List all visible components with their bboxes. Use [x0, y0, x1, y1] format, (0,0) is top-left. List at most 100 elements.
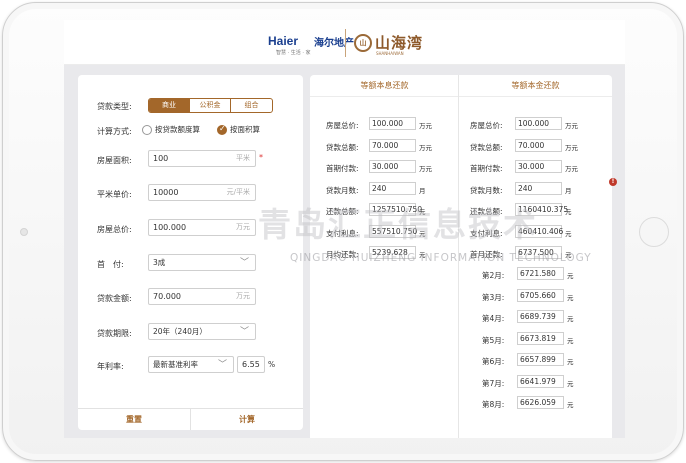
total-price-input[interactable]: 100.000 万元: [148, 219, 256, 236]
result-label: 第6月:: [482, 357, 505, 366]
rate-unit: %: [268, 360, 276, 369]
loan-form-panel: 贷款类型: 商业 公积金 组合 计算方式: 按贷款额度算 按面积算 房屋面积: …: [78, 75, 303, 430]
equal-principal-header: 等额本金还款: [459, 75, 612, 97]
total-price-label: 房屋总价:: [97, 225, 132, 234]
calculate-button[interactable]: 计算: [191, 409, 303, 430]
result-value: 6641.979: [517, 374, 564, 388]
result-value: 100.000: [515, 117, 562, 130]
haier-tagline: 智慧 · 生活 · 家: [276, 50, 311, 56]
radio-checked-icon: [217, 124, 227, 135]
area-unit: 平米: [236, 154, 250, 162]
area-label: 房屋面积:: [97, 156, 132, 165]
haier-logo: Haier: [268, 34, 299, 48]
logo-divider: [345, 29, 346, 57]
result-label: 第8月:: [482, 400, 505, 409]
down-payment-value: 3成: [153, 258, 166, 267]
loan-type-row: 贷款类型: 商业 公积金 组合: [78, 96, 303, 116]
unit-price-input[interactable]: 10000 元/平米: [148, 184, 256, 201]
rate-label: 年利率:: [97, 362, 124, 371]
required-marker: *: [259, 153, 263, 162]
result-value: 240: [515, 181, 562, 195]
calc-by-area-label: 按面积算: [230, 125, 260, 134]
calc-by-area-radio[interactable]: 按面积算: [217, 124, 260, 135]
unit-price-value: 10000: [153, 188, 179, 197]
chevron-down-icon: ﹀: [239, 258, 249, 268]
loan-term-value: 20年（240月）: [153, 327, 207, 336]
chevron-down-icon: ﹀: [217, 360, 227, 370]
loan-amount-value: 70.000: [153, 292, 181, 301]
result-value: 6721.580: [517, 267, 564, 280]
loan-type-fund-tab[interactable]: 公积金: [190, 99, 231, 112]
loan-amount-row: 贷款金额: 70.000 万元: [78, 288, 303, 308]
result-value: 6673.819: [517, 331, 564, 345]
brand-header: Haier 海尔地产 智慧 · 生活 · 家 山 山海湾 SHANHAIWAN: [64, 20, 625, 65]
rate-input[interactable]: 6.55: [237, 356, 265, 373]
loan-type-combo-tab[interactable]: 组合: [231, 99, 272, 112]
result-unit: 元: [567, 293, 574, 302]
result-value: 6705.660: [517, 288, 564, 302]
equal-payment-header: 等额本息还款: [310, 75, 459, 97]
rate-type-value: 最新基准利率: [153, 360, 198, 369]
loan-amount-input[interactable]: 70.000 万元: [148, 288, 256, 305]
watermark-en: QINGDAO HUIZHENG INFORMATION TECHNOLOGY: [290, 252, 592, 264]
total-price-unit: 万元: [236, 223, 250, 231]
result-row: 第2月: 6721.580 元: [310, 267, 610, 282]
result-row: 房屋总价: 100.000 万元: [310, 117, 610, 132]
calc-by-amount-radio[interactable]: 按贷款额度算: [142, 124, 200, 135]
rate-row: 年利率: 最新基准利率 ﹀ 6.55 %: [78, 356, 303, 376]
result-label: 第5月:: [482, 335, 505, 345]
unit-price-unit: 元/平米: [226, 188, 250, 196]
home-button[interactable]: [639, 217, 669, 247]
loan-term-select[interactable]: 20年（240月） ﹀: [148, 323, 256, 340]
calc-method-label: 计算方式:: [97, 127, 132, 136]
result-unit: 元: [565, 229, 572, 238]
shanhaiwan-logo-sub: SHANHAIWAN: [376, 51, 404, 56]
loan-type-commercial-tab[interactable]: 商业: [149, 99, 190, 112]
reset-button[interactable]: 重置: [78, 409, 191, 430]
loan-type-segmented: 商业 公积金 组合: [148, 98, 273, 113]
area-input[interactable]: 100 平米: [148, 150, 256, 167]
loan-term-label: 贷款期限:: [97, 329, 132, 338]
rate-value: 6.55: [242, 360, 260, 369]
result-row: 第8月: 6626.059 元: [310, 396, 610, 411]
loan-type-label: 贷款类型:: [97, 102, 132, 111]
app-screen: Haier 海尔地产 智慧 · 生活 · 家 山 山海湾 SHANHAIWAN …: [64, 20, 625, 438]
loan-amount-unit: 万元: [236, 292, 250, 300]
result-row: 第5月: 6673.819 元: [310, 331, 610, 347]
result-unit: 元: [567, 358, 574, 366]
result-unit: 元: [567, 272, 574, 280]
haier-realestate-logo: 海尔地产: [314, 38, 354, 49]
calc-by-amount-label: 按贷款额度算: [155, 125, 200, 134]
result-unit: 元: [565, 208, 572, 216]
result-row: 第7月: 6641.979 元: [310, 374, 610, 390]
result-label: 首期付款:: [470, 164, 503, 173]
result-row: 第6月: 6657.899 元: [310, 353, 610, 368]
result-unit: 元: [567, 315, 574, 323]
result-label: 第4月:: [482, 314, 505, 323]
unit-price-label: 平米单价:: [97, 190, 132, 199]
result-value: 70.000: [515, 138, 562, 152]
down-payment-select[interactable]: 3成 ﹀: [148, 254, 256, 271]
result-value: 6689.739: [517, 310, 564, 323]
result-value: 30.000: [515, 160, 562, 173]
chevron-down-icon: ﹀: [239, 327, 249, 337]
result-row: 贷款月数: 240 月: [310, 181, 610, 197]
result-label: 房屋总价:: [470, 121, 503, 130]
result-unit: 元: [567, 379, 574, 388]
result-label: 贷款总额:: [470, 142, 503, 152]
shanhaiwan-logo: 山海湾: [375, 34, 424, 52]
result-unit: 万元: [565, 165, 578, 173]
area-value: 100: [153, 154, 169, 163]
alert-icon[interactable]: !: [609, 178, 617, 186]
result-unit: 万元: [565, 122, 578, 130]
rate-type-select[interactable]: 最新基准利率 ﹀: [148, 356, 234, 373]
result-unit: 元: [567, 401, 574, 409]
loan-term-row: 贷款期限: 20年（240月） ﹀: [78, 323, 303, 343]
result-unit: 月: [565, 186, 572, 195]
result-unit: 元: [567, 336, 574, 345]
result-row: 第3月: 6705.660 元: [310, 288, 610, 304]
result-unit: 万元: [565, 143, 578, 152]
result-label: 贷款月数:: [470, 185, 503, 195]
down-payment-label: 首 付:: [97, 260, 124, 269]
result-value: 6657.899: [517, 353, 564, 366]
